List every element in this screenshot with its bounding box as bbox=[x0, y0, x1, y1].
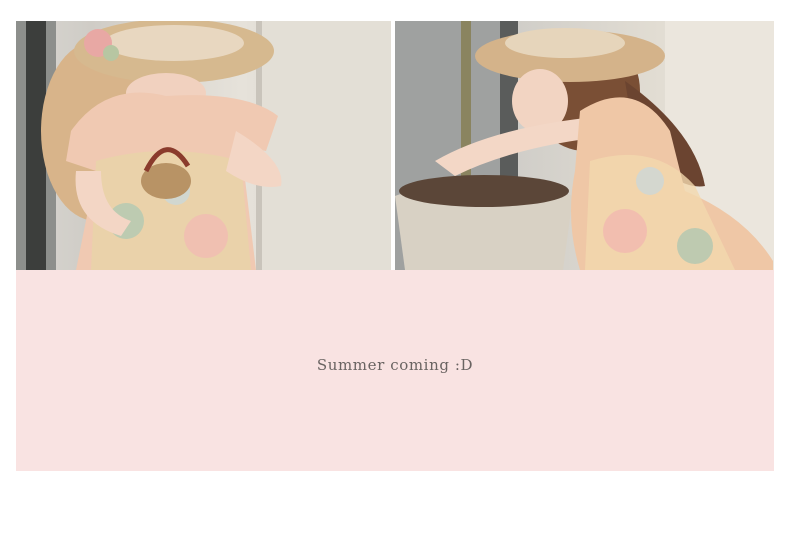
caption-text: Summer coming :D bbox=[316, 356, 474, 374]
girl-with-basket-illustration bbox=[16, 21, 391, 270]
girl-with-basket-photo bbox=[16, 21, 391, 270]
caption-panel: Summer coming :D bbox=[16, 270, 774, 471]
girl-with-plant-pot-illustration bbox=[395, 21, 774, 270]
photo-row bbox=[16, 21, 774, 270]
girl-with-plant-pot-photo bbox=[395, 21, 774, 270]
product-detail-page: Summer coming :D bbox=[0, 0, 790, 542]
